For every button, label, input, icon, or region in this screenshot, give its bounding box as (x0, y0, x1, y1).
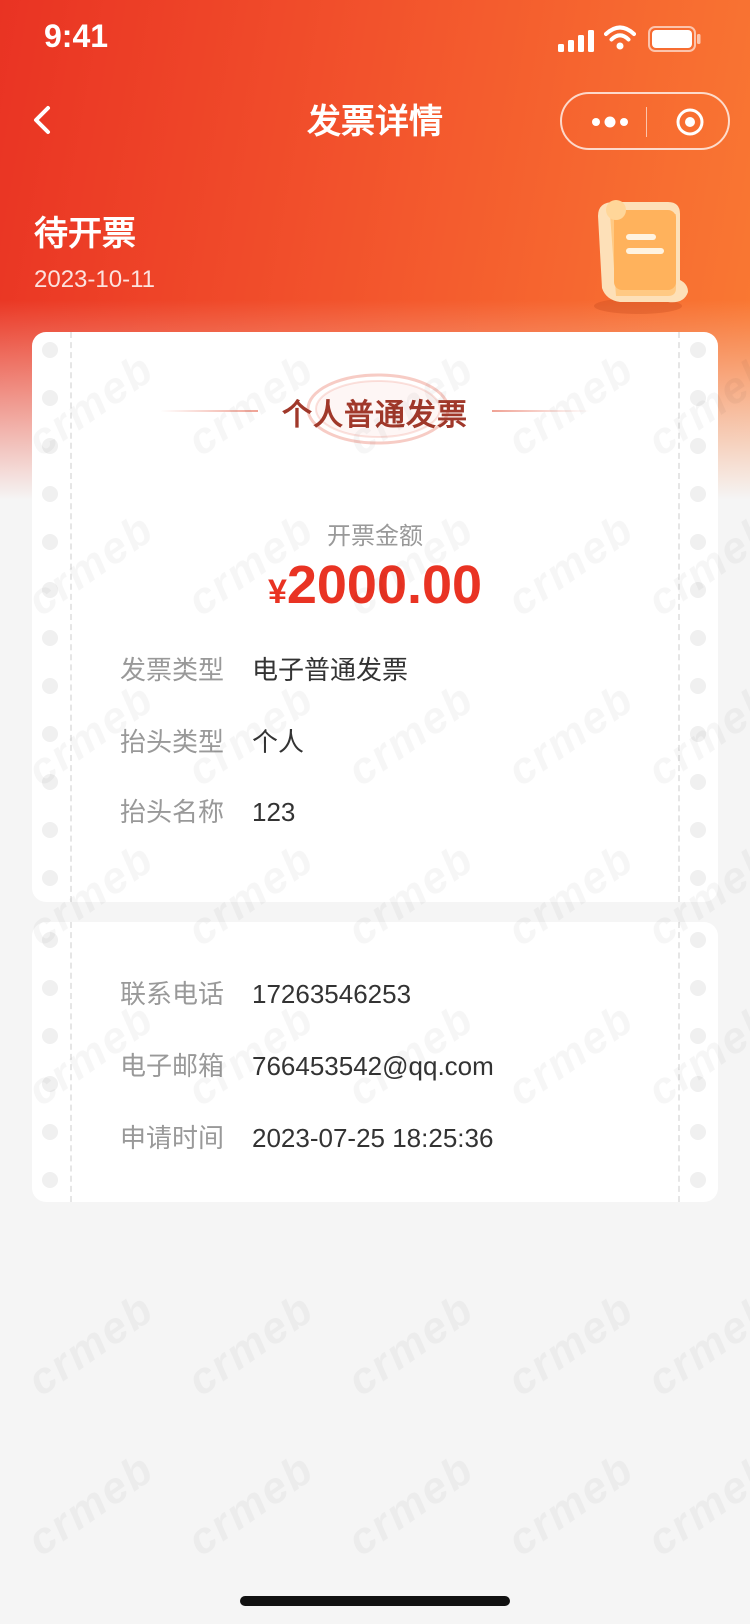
watermark-text: crmeb (19, 1284, 164, 1406)
card-dashed-edge (70, 922, 72, 1202)
card-dashed-edge (678, 922, 680, 1202)
field-label: 电子邮箱 (120, 1052, 225, 1082)
watermark-text: crmeb (499, 1444, 644, 1566)
capsule-divider (646, 107, 647, 137)
battery-icon (648, 26, 701, 52)
home-indicator (240, 1596, 510, 1606)
card-perforation (42, 932, 60, 1202)
invoice-status: 待开票 (34, 214, 136, 254)
card-perforation (690, 932, 708, 1202)
field-value: 个人 (252, 727, 305, 757)
watermark-text: crmeb (639, 1444, 750, 1566)
watermark-text: crmeb (499, 1284, 644, 1406)
invoice-field-row: 抬头类型 个人 (120, 722, 304, 759)
invoice-field-row: 发票类型 电子普通发票 (120, 650, 408, 687)
contact-field-row: 联系电话 17263546253 (120, 974, 411, 1011)
watermark-text: crmeb (339, 1444, 484, 1566)
status-bar: 9:41 (0, 0, 750, 80)
watermark-text: crmeb (339, 1284, 484, 1406)
field-label: 申请时间 (120, 1124, 225, 1154)
field-value: 2023-07-25 18:25:36 (252, 1123, 494, 1153)
invoice-card: 个人普通发票 开票金额 ¥2000.00 发票类型 电子普通发票 抬头类型 个人 抬… (32, 332, 718, 902)
scroll-icon (594, 200, 688, 314)
watermark-text: crmeb (179, 1444, 324, 1566)
target-close-icon[interactable] (674, 106, 706, 138)
contact-card: 联系电话 17263546253 电子邮箱 766453542@qq.com 申请时… (32, 922, 718, 1202)
watermark-text: crmeb (19, 1444, 164, 1566)
currency-symbol: ¥ (267, 573, 287, 611)
watermark-text: crmeb (179, 1284, 324, 1406)
field-label: 抬头名称 (120, 798, 225, 828)
field-value: 123 (252, 797, 296, 827)
field-value: 17263546253 (252, 979, 412, 1009)
field-value: 电子普通发票 (252, 655, 409, 685)
invoice-status-date: 2023-10-11 (34, 266, 155, 293)
status-time: 9:41 (44, 18, 109, 54)
wifi-icon (604, 25, 636, 50)
more-dots-icon[interactable] (590, 112, 630, 132)
field-label: 联系电话 (120, 980, 225, 1010)
contact-field-row: 申请时间 2023-07-25 18:25:36 (120, 1118, 493, 1155)
field-label: 发票类型 (120, 656, 225, 686)
contact-field-row: 电子邮箱 766453542@qq.com (120, 1046, 494, 1083)
invoice-amount: ¥2000.00 (32, 554, 718, 616)
invoice-type-title: 个人普通发票 (282, 398, 468, 433)
watermark-text: crmeb (639, 1284, 750, 1406)
amount-value: 2000.00 (286, 555, 483, 615)
signal-icon (558, 30, 594, 52)
mini-program-capsule (560, 92, 730, 150)
field-label: 抬头类型 (120, 728, 225, 758)
amount-label: 开票金额 (327, 522, 423, 550)
field-value: 766453542@qq.com (252, 1051, 494, 1081)
invoice-field-row: 抬头名称 123 (120, 792, 295, 829)
